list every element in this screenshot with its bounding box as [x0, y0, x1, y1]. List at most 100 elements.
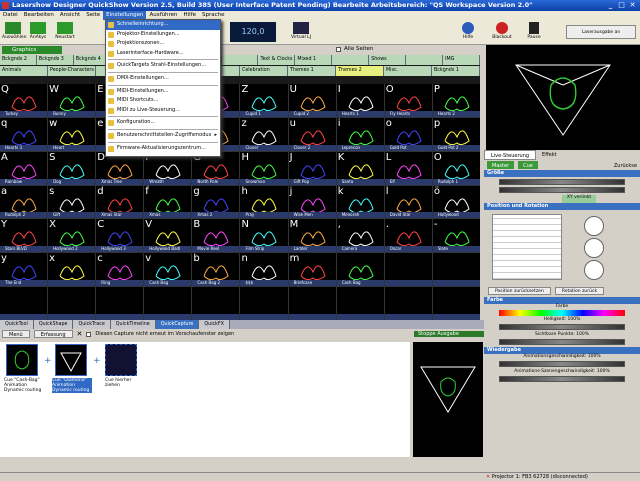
- cue-cell[interactable]: C Hollywood 3: [96, 219, 144, 253]
- capture-item-diamond[interactable]: [55, 344, 87, 376]
- dropdown-item-1[interactable]: Projektor-Einstellungen...: [106, 30, 220, 40]
- cue-cell[interactable]: x: [48, 253, 96, 287]
- cue-cell[interactable]: h Pray: [240, 185, 288, 219]
- cue-cell[interactable]: i Leprecon: [336, 117, 384, 151]
- size-slider-1[interactable]: [499, 179, 625, 185]
- dropdown-item-7[interactable]: DMX-Einstellungen...: [106, 74, 220, 84]
- page-tab-tabs1-7[interactable]: Text & Clocks: [258, 55, 296, 65]
- help-button[interactable]: Hilfe: [458, 22, 478, 42]
- graphics-page-tab[interactable]: Graphics: [2, 46, 62, 54]
- minimize-icon[interactable]: _: [606, 1, 615, 10]
- cue-cell[interactable]: N Film Strip: [240, 219, 288, 253]
- cue-cell[interactable]: P Hearts 2: [432, 84, 480, 117]
- stop-output-button[interactable]: Stoppe Ausgabe: [414, 331, 484, 337]
- cue-cell[interactable]: [240, 287, 288, 320]
- cue-cell[interactable]: [336, 287, 384, 320]
- reset-button[interactable]: Zurückse: [614, 161, 637, 169]
- color-slider[interactable]: [499, 310, 625, 316]
- cue-cell[interactable]: l David Star: [384, 185, 432, 219]
- cue-cell[interactable]: S Dog: [48, 151, 96, 185]
- pause-button[interactable]: Pause: [522, 22, 546, 42]
- cue-cell[interactable]: g Xmas 2: [192, 185, 240, 219]
- position-reset-button[interactable]: Position zurücksetzen: [488, 287, 551, 295]
- tab-live-control[interactable]: Live-Steuerung: [484, 150, 537, 160]
- cue-cell[interactable]: X Hollywood 2: [48, 219, 96, 253]
- cue-cell[interactable]: A Rainbow: [0, 151, 48, 185]
- bottom-tab-quickshape[interactable]: QuickShape: [33, 320, 74, 329]
- menu-button[interactable]: Menü: [2, 330, 30, 338]
- no-preview-checkbox[interactable]: [86, 331, 92, 337]
- cue-cell[interactable]: q Hearts 3: [0, 117, 48, 151]
- cue-cell[interactable]: [432, 253, 480, 287]
- menu-item-0[interactable]: Datei: [0, 11, 21, 20]
- cue-cell[interactable]: V Hollywood Badl: [144, 219, 192, 253]
- page-tab-tabs2-6[interactable]: Themes 1: [288, 66, 336, 76]
- dropdown-item-11[interactable]: MIDI zu Live-Steuerung...: [106, 106, 220, 116]
- dropdown-item-13[interactable]: Konfiguration...: [106, 118, 220, 128]
- maximize-icon[interactable]: □: [617, 1, 626, 10]
- cue-cell[interactable]: j Wise Men: [288, 185, 336, 219]
- cue-cell[interactable]: I Hearts 1: [336, 84, 384, 117]
- cue-cell[interactable]: J Gift Pop: [288, 151, 336, 185]
- cue-cell[interactable]: s Gift: [48, 185, 96, 219]
- brightness-slider[interactable]: [499, 324, 625, 330]
- page-tab-tabs2-7[interactable]: Themes 2: [336, 66, 384, 76]
- cue-cell[interactable]: H Snowman: [240, 151, 288, 185]
- cue-cell[interactable]: [144, 287, 192, 320]
- cue-cell[interactable]: d Xmas Star: [96, 185, 144, 219]
- dropdown-item-3[interactable]: Laserinterface-Hardware...: [106, 49, 220, 59]
- cue-cell[interactable]: Ö Rudolph 1: [432, 151, 480, 185]
- cue-cell[interactable]: , Camera: [336, 219, 384, 253]
- blackout-button[interactable]: Blackout: [490, 22, 514, 42]
- color-section-header[interactable]: Farbe: [484, 297, 640, 304]
- anim-speed-slider[interactable]: [499, 361, 625, 367]
- all-pages-checkbox[interactable]: [336, 47, 341, 52]
- capture-button[interactable]: Erfassung: [33, 330, 73, 338]
- page-tab-tabs2-9[interactable]: Bckgnds 1: [432, 66, 480, 76]
- page-tab-tabs2-0[interactable]: Animals: [0, 66, 48, 76]
- rotation-reset-button[interactable]: Rotation zurück: [554, 287, 605, 295]
- xy-linked-button[interactable]: XY verlinkt: [562, 195, 596, 203]
- page-tab-tabs1-6[interactable]: [221, 55, 259, 65]
- cue-cell[interactable]: O Fly Hearts: [384, 84, 432, 117]
- bottom-tab-quickfx[interactable]: QuickFX: [199, 320, 230, 329]
- cue-cell[interactable]: z Clover: [240, 117, 288, 151]
- page-tab-tabs1-10[interactable]: Shows: [369, 55, 407, 65]
- size-slider-2[interactable]: [499, 187, 625, 193]
- cue-cell[interactable]: . Oscar: [384, 219, 432, 253]
- cue-cell[interactable]: f Xmas: [144, 185, 192, 219]
- rotation-dial-x[interactable]: [584, 216, 604, 236]
- page-tab-tabs1-9[interactable]: [332, 55, 370, 65]
- tab-effect[interactable]: Effekt: [536, 150, 563, 160]
- bottom-tab-quicktimeline[interactable]: QuickTimeline: [110, 320, 156, 329]
- cue-cell[interactable]: [192, 287, 240, 320]
- cue-cell[interactable]: - Slate: [432, 219, 480, 253]
- playback-section-header[interactable]: Wiedergabe: [484, 347, 640, 354]
- cue-cell[interactable]: [384, 253, 432, 287]
- bottom-tab-quicktool[interactable]: QuickTool: [0, 320, 34, 329]
- cue-cell[interactable]: m Briefcase: [288, 253, 336, 287]
- cue-cell[interactable]: a Rudolph 2: [0, 185, 48, 219]
- cue-cell[interactable]: ö Hollywood: [432, 185, 480, 219]
- cue-cell[interactable]: [288, 287, 336, 320]
- menu-item-3[interactable]: Seite: [83, 11, 103, 20]
- page-tab-tabs1-11[interactable]: [406, 55, 444, 65]
- cue-cell[interactable]: p Gold Pot 2: [432, 117, 480, 151]
- master-button[interactable]: Master: [487, 161, 515, 169]
- cue-cell[interactable]: [48, 287, 96, 320]
- bottom-tab-quickcapture[interactable]: QuickCapture: [155, 320, 200, 329]
- cue-cell[interactable]: Q Turkey: [0, 84, 48, 117]
- cue-cell[interactable]: [0, 287, 48, 320]
- cue-cell[interactable]: Y Stars BLVD: [0, 219, 48, 253]
- page-tab-tabs2-5[interactable]: Celebration: [240, 66, 288, 76]
- cue-button[interactable]: Cue: [518, 161, 538, 169]
- rotation-dial-y[interactable]: [584, 238, 604, 258]
- cue-cell[interactable]: [384, 287, 432, 320]
- dropdown-item-10[interactable]: MIDI Shortcuts...: [106, 96, 220, 106]
- cue-cell[interactable]: k Menorah: [336, 185, 384, 219]
- cue-cell[interactable]: b Cash Bag 2: [192, 253, 240, 287]
- anlauf-button[interactable]: AnAkys: [26, 22, 50, 42]
- dropdown-item-15[interactable]: Benutzerschnittstellen-Zugriffsmodus ▸: [106, 131, 220, 141]
- cue-cell[interactable]: Cash Bag: [336, 253, 384, 287]
- dropdown-item-5[interactable]: QuickTargets Strahl-Einstellungen...: [106, 61, 220, 71]
